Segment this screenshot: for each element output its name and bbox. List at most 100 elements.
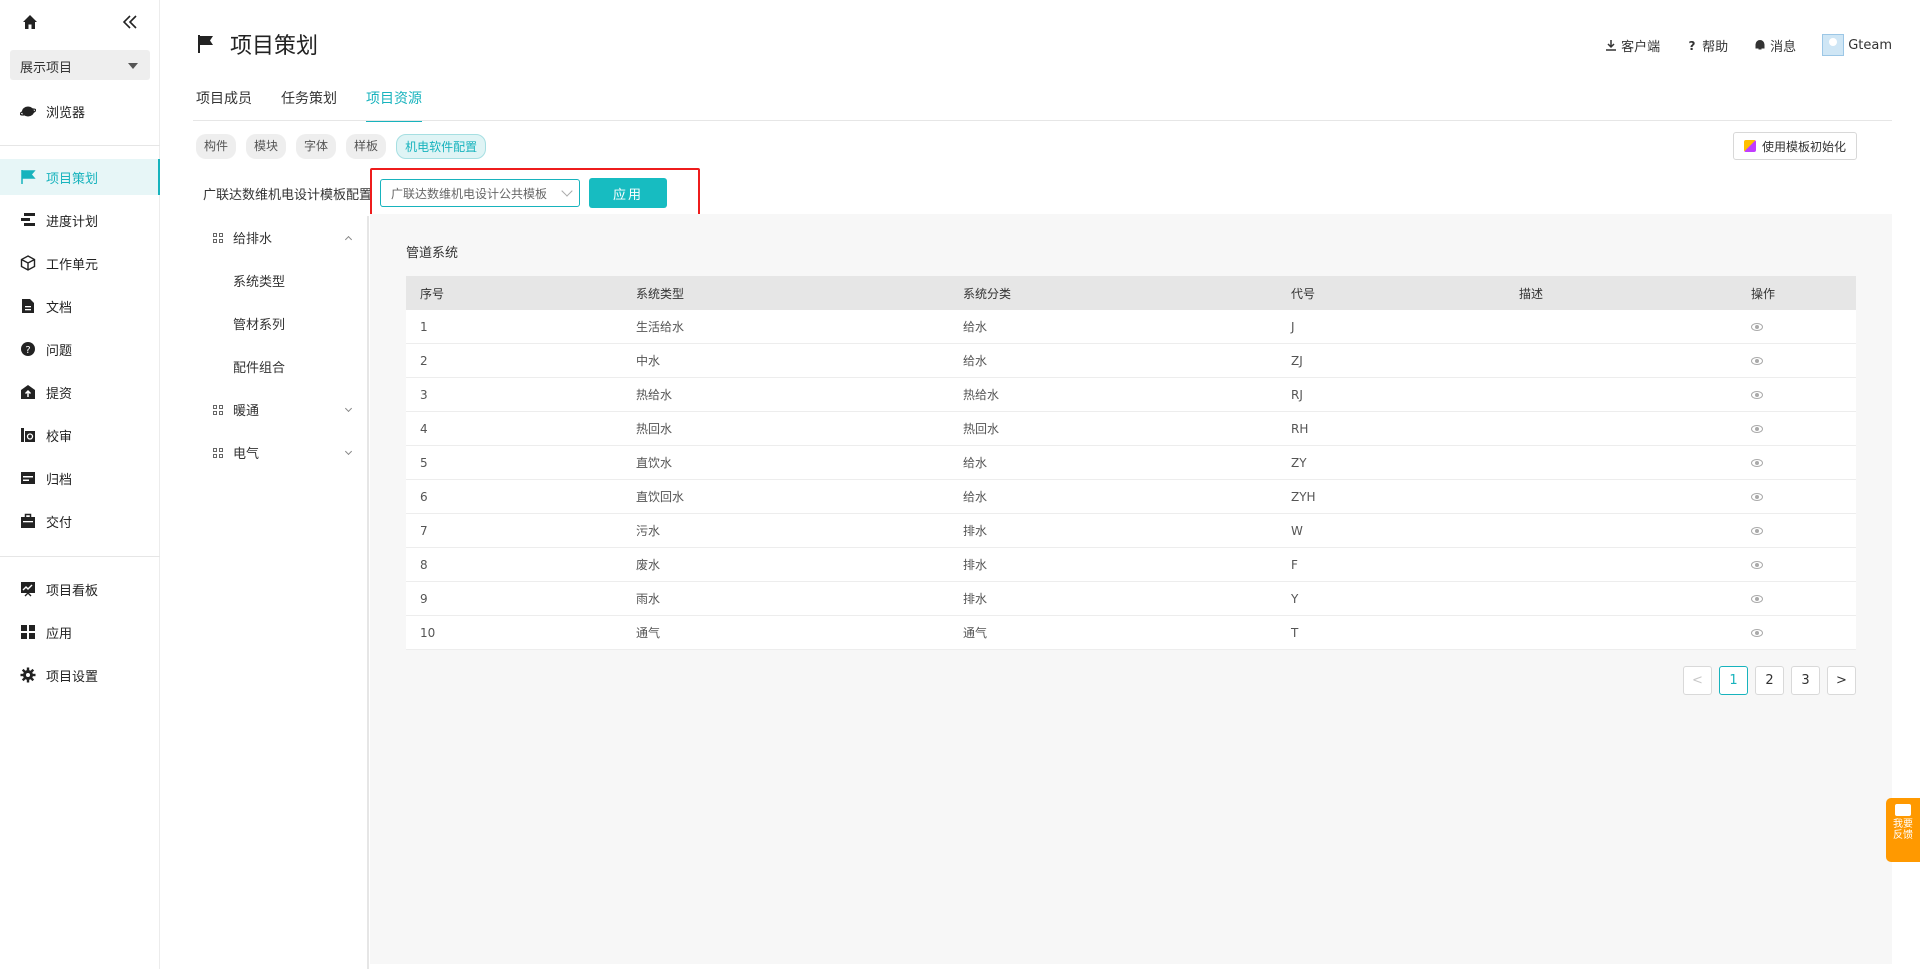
sidebar-item-label: 归档 bbox=[46, 472, 73, 488]
apply-button[interactable]: 应用 bbox=[589, 178, 667, 208]
client-label: 客户端 bbox=[1621, 39, 1661, 55]
chip-fonts[interactable]: 字体 bbox=[296, 134, 337, 159]
grid-icon bbox=[213, 232, 223, 243]
sidebar-item-label: 提资 bbox=[46, 386, 73, 402]
tab-project-members[interactable]: 项目成员 bbox=[196, 88, 252, 122]
page-title-text: 项目策划 bbox=[230, 34, 319, 59]
user-menu[interactable]: Gteam bbox=[1822, 34, 1892, 56]
eye-icon[interactable] bbox=[1751, 628, 1763, 637]
home-icon[interactable] bbox=[22, 14, 38, 30]
chip-modules[interactable]: 模块 bbox=[246, 134, 287, 159]
avatar bbox=[1822, 34, 1845, 56]
tree-group-hvac[interactable]: 暖通 bbox=[193, 388, 367, 431]
pipe-system-table: 序号 系统类型 系统分类 代号 描述 操作 1 生活给水 给水 J 2 中水 给水 ZJ 3 热给… bbox=[406, 276, 1856, 650]
table-cell: ZYH bbox=[1291, 489, 1316, 504]
table-row: 6 直饮回水 给水 ZYH bbox=[406, 480, 1856, 514]
panel-title: 管道系统 bbox=[406, 246, 459, 261]
eye-icon[interactable] bbox=[1751, 492, 1763, 501]
tab-task-planning[interactable]: 任务策划 bbox=[281, 88, 337, 122]
template-select[interactable]: 广联达数维机电设计公共模板 bbox=[380, 179, 580, 207]
eye-icon[interactable] bbox=[1751, 424, 1763, 433]
prev-page-button[interactable]: < bbox=[1683, 666, 1712, 695]
table-row: 8 废水 排水 F bbox=[406, 548, 1856, 582]
sidebar-top bbox=[0, 0, 159, 46]
table-cell: 9 bbox=[420, 591, 428, 606]
config-label: 广联达数维机电设计模板配置 bbox=[203, 188, 373, 203]
caret-down-icon bbox=[128, 63, 138, 69]
sidebar-item-archive[interactable]: 归档 bbox=[0, 460, 160, 496]
eye-icon[interactable] bbox=[1751, 390, 1763, 399]
help-label: 帮助 bbox=[1702, 39, 1729, 55]
table-cell: 热给水 bbox=[636, 388, 673, 402]
sidebar-item-project-board[interactable]: 项目看板 bbox=[0, 571, 160, 607]
table-cell: RH bbox=[1291, 421, 1309, 436]
table-cell-actions bbox=[1751, 524, 1856, 538]
archive-icon bbox=[21, 472, 35, 484]
table-cell-actions bbox=[1751, 320, 1856, 334]
table-cell-actions bbox=[1751, 490, 1856, 504]
sidebar-item-delivery[interactable]: 交付 bbox=[0, 503, 160, 539]
table-cell: 直饮水 bbox=[636, 456, 673, 470]
table-cell-actions bbox=[1751, 592, 1856, 606]
eye-icon[interactable] bbox=[1751, 356, 1763, 365]
sidebar-item-issues[interactable]: ? 问题 bbox=[0, 331, 160, 367]
nav-group-bottom: 项目看板 应用 项目设置 bbox=[0, 571, 160, 700]
feedback-button[interactable]: 我要 反馈 bbox=[1886, 798, 1920, 862]
svg-text:?: ? bbox=[1689, 39, 1696, 51]
tree-item-fitting-combination[interactable]: 配件组合 bbox=[193, 345, 367, 388]
sidebar-item-work-unit[interactable]: 工作单元 bbox=[0, 245, 160, 281]
user-name: Gteam bbox=[1848, 37, 1892, 53]
chip-mep-software-config[interactable]: 机电软件配置 bbox=[396, 134, 487, 159]
eye-icon[interactable] bbox=[1751, 594, 1763, 603]
sidebar-divider bbox=[0, 145, 160, 146]
table-cell: 排水 bbox=[963, 592, 988, 606]
sidebar-item-label: 工作单元 bbox=[46, 257, 99, 273]
page-title: 项目策划 bbox=[196, 28, 318, 60]
sidebar-item-project-planning[interactable]: 项目策划 bbox=[0, 159, 160, 195]
eye-icon[interactable] bbox=[1751, 526, 1763, 535]
tree-group-electrical[interactable]: 电气 bbox=[193, 431, 367, 474]
sidebar-item-review[interactable]: 校审 bbox=[0, 417, 160, 453]
eye-icon[interactable] bbox=[1751, 458, 1763, 467]
sidebar-item-label: 项目设置 bbox=[46, 669, 99, 685]
sidebar-item-documents[interactable]: 文档 bbox=[0, 288, 160, 324]
next-page-button[interactable]: > bbox=[1827, 666, 1856, 695]
tab-project-resources[interactable]: 项目资源 bbox=[366, 88, 422, 122]
help-link[interactable]: ? 帮助 bbox=[1686, 36, 1729, 55]
chip-templates[interactable]: 样板 bbox=[346, 134, 387, 159]
table-row: 3 热给水 热给水 RJ bbox=[406, 378, 1856, 412]
table-cell-actions bbox=[1751, 626, 1856, 640]
page-button[interactable]: 1 bbox=[1719, 666, 1748, 695]
client-download-link[interactable]: 客户端 bbox=[1605, 36, 1660, 55]
table-cell: 给水 bbox=[963, 354, 988, 368]
sidebar-item-apps[interactable]: 应用 bbox=[0, 614, 160, 650]
table-cell: F bbox=[1291, 557, 1298, 572]
table-cell: Y bbox=[1291, 591, 1299, 606]
apps-icon bbox=[21, 625, 35, 639]
eye-icon[interactable] bbox=[1751, 322, 1763, 331]
table-cell: 雨水 bbox=[636, 592, 661, 606]
template-select-value: 广联达数维机电设计公共模板 bbox=[391, 187, 548, 201]
flag-icon bbox=[198, 35, 213, 53]
sidebar: 展示项目 浏览器 项目策划 进度计划 工作单元 文档 ? 问题 提资 校审 归档… bbox=[0, 0, 160, 969]
init-from-template-button[interactable]: 使用模板初始化 bbox=[1732, 132, 1857, 160]
table-cell: 给水 bbox=[963, 490, 988, 504]
messages-link[interactable]: 消息 bbox=[1754, 36, 1796, 55]
eye-icon[interactable] bbox=[1751, 560, 1763, 569]
project-select[interactable]: 展示项目 bbox=[10, 50, 150, 80]
collapse-icon[interactable] bbox=[121, 13, 139, 31]
page-button[interactable]: 3 bbox=[1791, 666, 1820, 695]
sidebar-item-schedule[interactable]: 进度计划 bbox=[0, 202, 160, 238]
table-row: 10 通气 通气 T bbox=[406, 616, 1856, 650]
sidebar-item-project-settings[interactable]: 项目设置 bbox=[0, 657, 160, 693]
sidebar-item-browser[interactable]: 浏览器 bbox=[0, 93, 160, 129]
tree-item-pipe-series[interactable]: 管材系列 bbox=[193, 302, 367, 345]
tree-group-water-supply-drainage[interactable]: 给排水 bbox=[193, 216, 367, 259]
table-cell: 废水 bbox=[636, 558, 661, 572]
document-icon bbox=[22, 299, 34, 313]
sidebar-item-submit[interactable]: 提资 bbox=[0, 374, 160, 410]
chip-components[interactable]: 构件 bbox=[196, 134, 237, 159]
page-button[interactable]: 2 bbox=[1755, 666, 1784, 695]
tree-item-system-type[interactable]: 系统类型 bbox=[193, 259, 367, 302]
table-cell: 3 bbox=[420, 387, 428, 402]
